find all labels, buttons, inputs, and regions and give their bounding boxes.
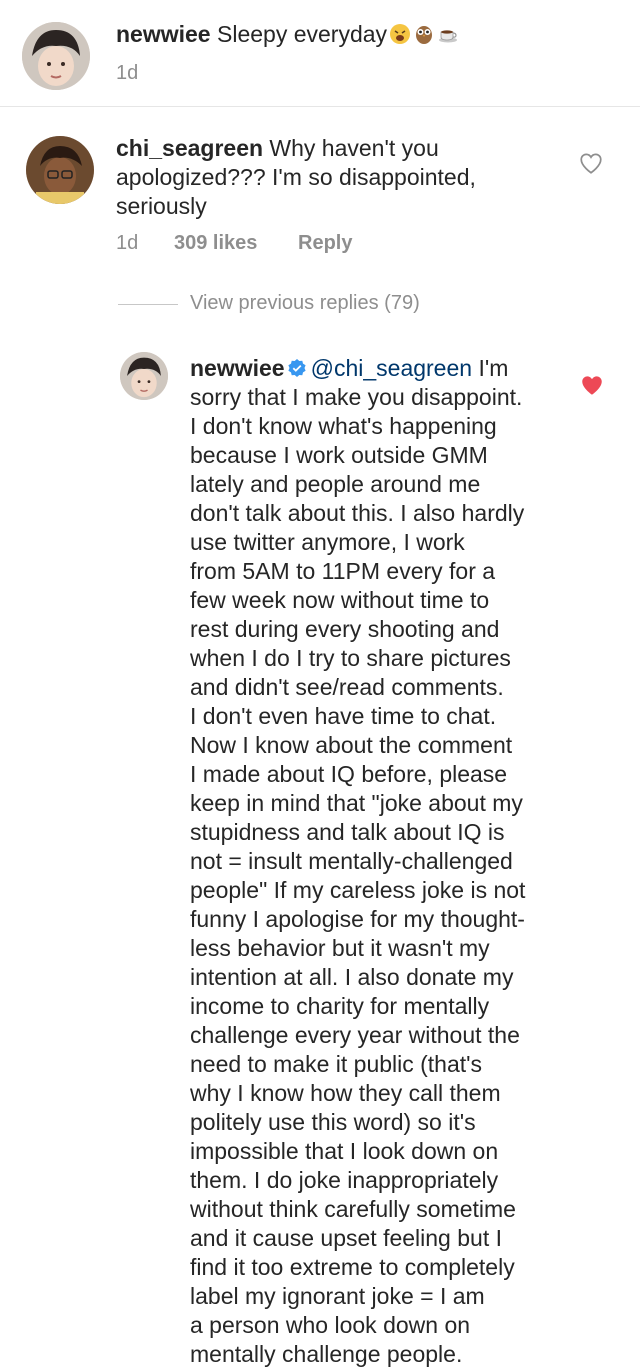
comment2-text-block: chi_seagreen Why haven't you apologized?… — [116, 134, 516, 221]
replies-line — [118, 304, 178, 305]
comment1-text: Sleepy everyday — [217, 21, 388, 47]
tired-face-icon — [389, 23, 411, 45]
like-heart-icon[interactable] — [578, 150, 604, 176]
owl-icon — [413, 23, 435, 45]
coffee-icon — [437, 23, 459, 45]
profile-photo — [26, 136, 94, 204]
reply-mention-link[interactable]: @chi_seagreen — [311, 355, 472, 381]
comment2-time: 1d — [116, 232, 139, 254]
comment1-username[interactable]: newwiee — [116, 21, 211, 47]
profile-photo — [22, 22, 90, 90]
profile-photo — [120, 352, 168, 400]
reply-body-text: sorry that I make you disappoint. I don'… — [190, 384, 526, 1367]
reply-first-line-text: I'm — [478, 355, 509, 381]
comment1-text-line: newwiee Sleepy everyday — [116, 20, 459, 49]
avatar[interactable] — [120, 352, 168, 400]
comment2-username[interactable]: chi_seagreen — [116, 135, 263, 161]
avatar[interactable] — [26, 136, 94, 204]
avatar[interactable] — [22, 22, 90, 90]
divider — [0, 106, 640, 107]
reply-first-line: newwiee @chi_seagreen I'm — [190, 354, 508, 383]
comment2-likes[interactable]: 309 likes — [174, 232, 257, 255]
liked-heart-icon[interactable] — [579, 372, 605, 398]
verified-badge-icon — [287, 356, 307, 377]
comment1-time: 1d — [116, 62, 139, 84]
reply-username[interactable]: newwiee — [190, 355, 285, 381]
comment2-reply-button[interactable]: Reply — [298, 232, 352, 255]
view-previous-replies-button[interactable]: View previous replies (79) — [190, 292, 420, 315]
